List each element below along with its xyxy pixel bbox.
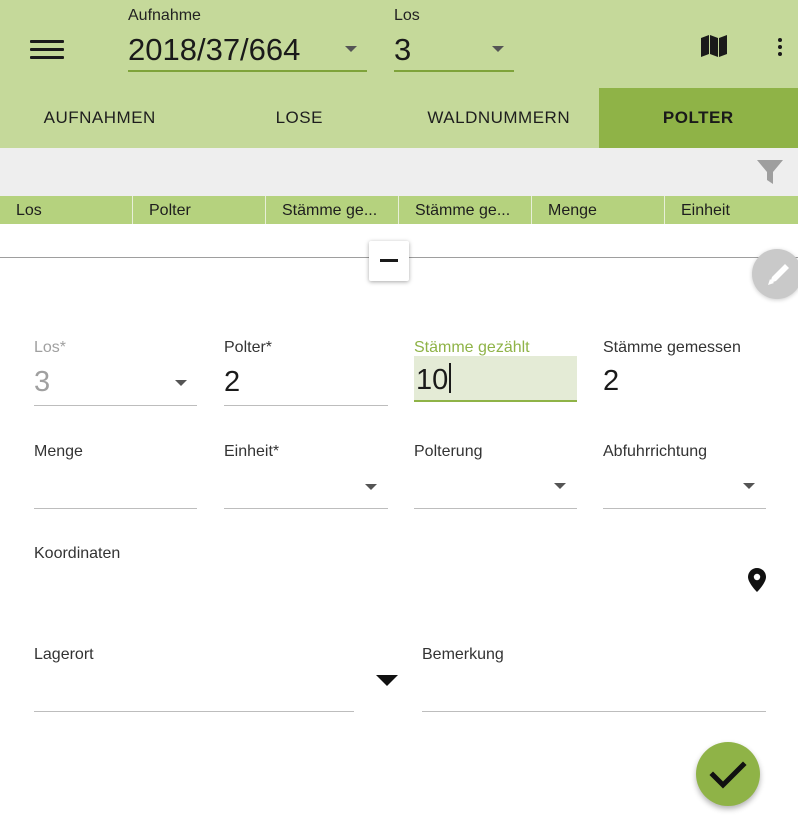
app-screen: Aufnahme 2018/37/664 Los 3 AUFNAHMEN LOS…	[0, 0, 798, 816]
staemme-gezaehlt-input[interactable]: 10	[416, 362, 452, 398]
menu-icon[interactable]	[30, 38, 64, 62]
lagerort-field[interactable]: Lagerort	[34, 645, 354, 713]
minus-icon	[380, 259, 398, 262]
chevron-down-icon	[554, 483, 566, 489]
table-header: Los Polter Stämme ge... Stämme ge... Men…	[0, 196, 798, 224]
aufnahme-label: Aufnahme	[128, 7, 201, 24]
staemme-gemessen-label: Stämme gemessen	[603, 339, 741, 356]
location-pin-icon[interactable]	[748, 568, 766, 592]
staemme-gemessen-value[interactable]: 2	[603, 363, 619, 399]
koordinaten-field[interactable]: Koordinaten	[34, 544, 734, 584]
tab-lose[interactable]: LOSE	[200, 88, 400, 148]
more-vert-icon[interactable]	[772, 36, 788, 60]
lagerort-field-underline	[34, 711, 354, 712]
abfuhrrichtung-field-underline	[603, 508, 766, 509]
abfuhrrichtung-field-label: Abfuhrrichtung	[603, 443, 708, 460]
menge-field[interactable]: Menge	[34, 442, 197, 510]
einheit-field-label: Einheit*	[224, 443, 280, 460]
column-header-menge[interactable]: Menge	[532, 196, 665, 224]
chevron-down-icon	[365, 484, 377, 490]
column-header-staemme-gezaehlt[interactable]: Stämme ge...	[266, 196, 399, 224]
tab-bar: AUFNAHMEN LOSE WALDNUMMERN POLTER	[0, 88, 798, 148]
polterung-field[interactable]: Polterung	[414, 442, 577, 510]
menge-field-underline	[34, 508, 197, 509]
polterung-field-label: Polterung	[414, 443, 483, 460]
bemerkung-field[interactable]: Bemerkung	[422, 645, 766, 713]
lagerort-field-label: Lagerort	[34, 646, 94, 663]
aufnahme-value: 2018/37/664	[128, 32, 301, 67]
chevron-down-icon	[492, 46, 504, 52]
aufnahme-dropdown[interactable]: 2018/37/664	[128, 26, 367, 72]
tab-polter[interactable]: POLTER	[598, 88, 798, 148]
edit-button[interactable]	[752, 249, 798, 299]
los-field-label: Los*	[34, 339, 67, 356]
filter-icon[interactable]	[756, 158, 784, 186]
check-icon	[709, 761, 747, 789]
staemme-gezaehlt-field[interactable]: Stämme gezählt 10	[414, 338, 577, 406]
collapse-button[interactable]	[369, 241, 409, 281]
einheit-field-underline	[224, 508, 388, 509]
polterung-field-underline	[414, 508, 577, 509]
einheit-field[interactable]: Einheit*	[224, 442, 388, 510]
los-field-value: 3	[34, 366, 51, 398]
koordinaten-field-label: Koordinaten	[34, 545, 121, 562]
bemerkung-field-label: Bemerkung	[422, 646, 504, 663]
tab-waldnummern[interactable]: WALDNUMMERN	[399, 88, 599, 148]
abfuhrrichtung-field[interactable]: Abfuhrrichtung	[603, 442, 766, 510]
column-header-einheit[interactable]: Einheit	[665, 196, 798, 224]
map-icon[interactable]	[700, 35, 728, 57]
staemme-gemessen-field[interactable]: Stämme gemessen 2	[603, 338, 766, 406]
tab-aufnahmen[interactable]: AUFNAHMEN	[0, 88, 200, 148]
column-header-staemme-gemessen[interactable]: Stämme ge...	[399, 196, 532, 224]
chevron-down-icon	[345, 46, 357, 52]
los-select[interactable]: Los 3	[394, 6, 514, 72]
aufnahme-select[interactable]: Aufnahme 2018/37/664	[128, 6, 367, 72]
lagerort-dropdown-icon[interactable]	[376, 675, 398, 686]
save-button[interactable]	[696, 742, 760, 806]
los-field: Los* 3	[34, 338, 197, 406]
column-header-polter[interactable]: Polter	[133, 196, 266, 224]
staemme-gezaehlt-value: 10	[416, 364, 449, 396]
column-header-los[interactable]: Los	[0, 196, 133, 224]
filter-bar	[0, 148, 798, 196]
los-field-underline	[34, 405, 197, 406]
app-bar: Aufnahme 2018/37/664 Los 3	[0, 0, 798, 88]
polter-field-value[interactable]: 2	[224, 364, 240, 400]
polter-field[interactable]: Polter* 2	[224, 338, 388, 406]
los-value: 3	[394, 32, 412, 67]
pencil-icon	[768, 264, 789, 285]
staemme-gezaehlt-label: Stämme gezählt	[414, 339, 530, 356]
chevron-down-icon	[743, 483, 755, 489]
los-label: Los	[394, 7, 420, 24]
los-dropdown[interactable]: 3	[394, 26, 514, 72]
polter-field-label: Polter*	[224, 339, 273, 356]
polter-field-underline	[224, 405, 388, 406]
bemerkung-field-underline	[422, 711, 766, 712]
menge-field-label: Menge	[34, 443, 83, 460]
text-cursor	[449, 363, 452, 393]
chevron-down-icon	[175, 380, 187, 386]
